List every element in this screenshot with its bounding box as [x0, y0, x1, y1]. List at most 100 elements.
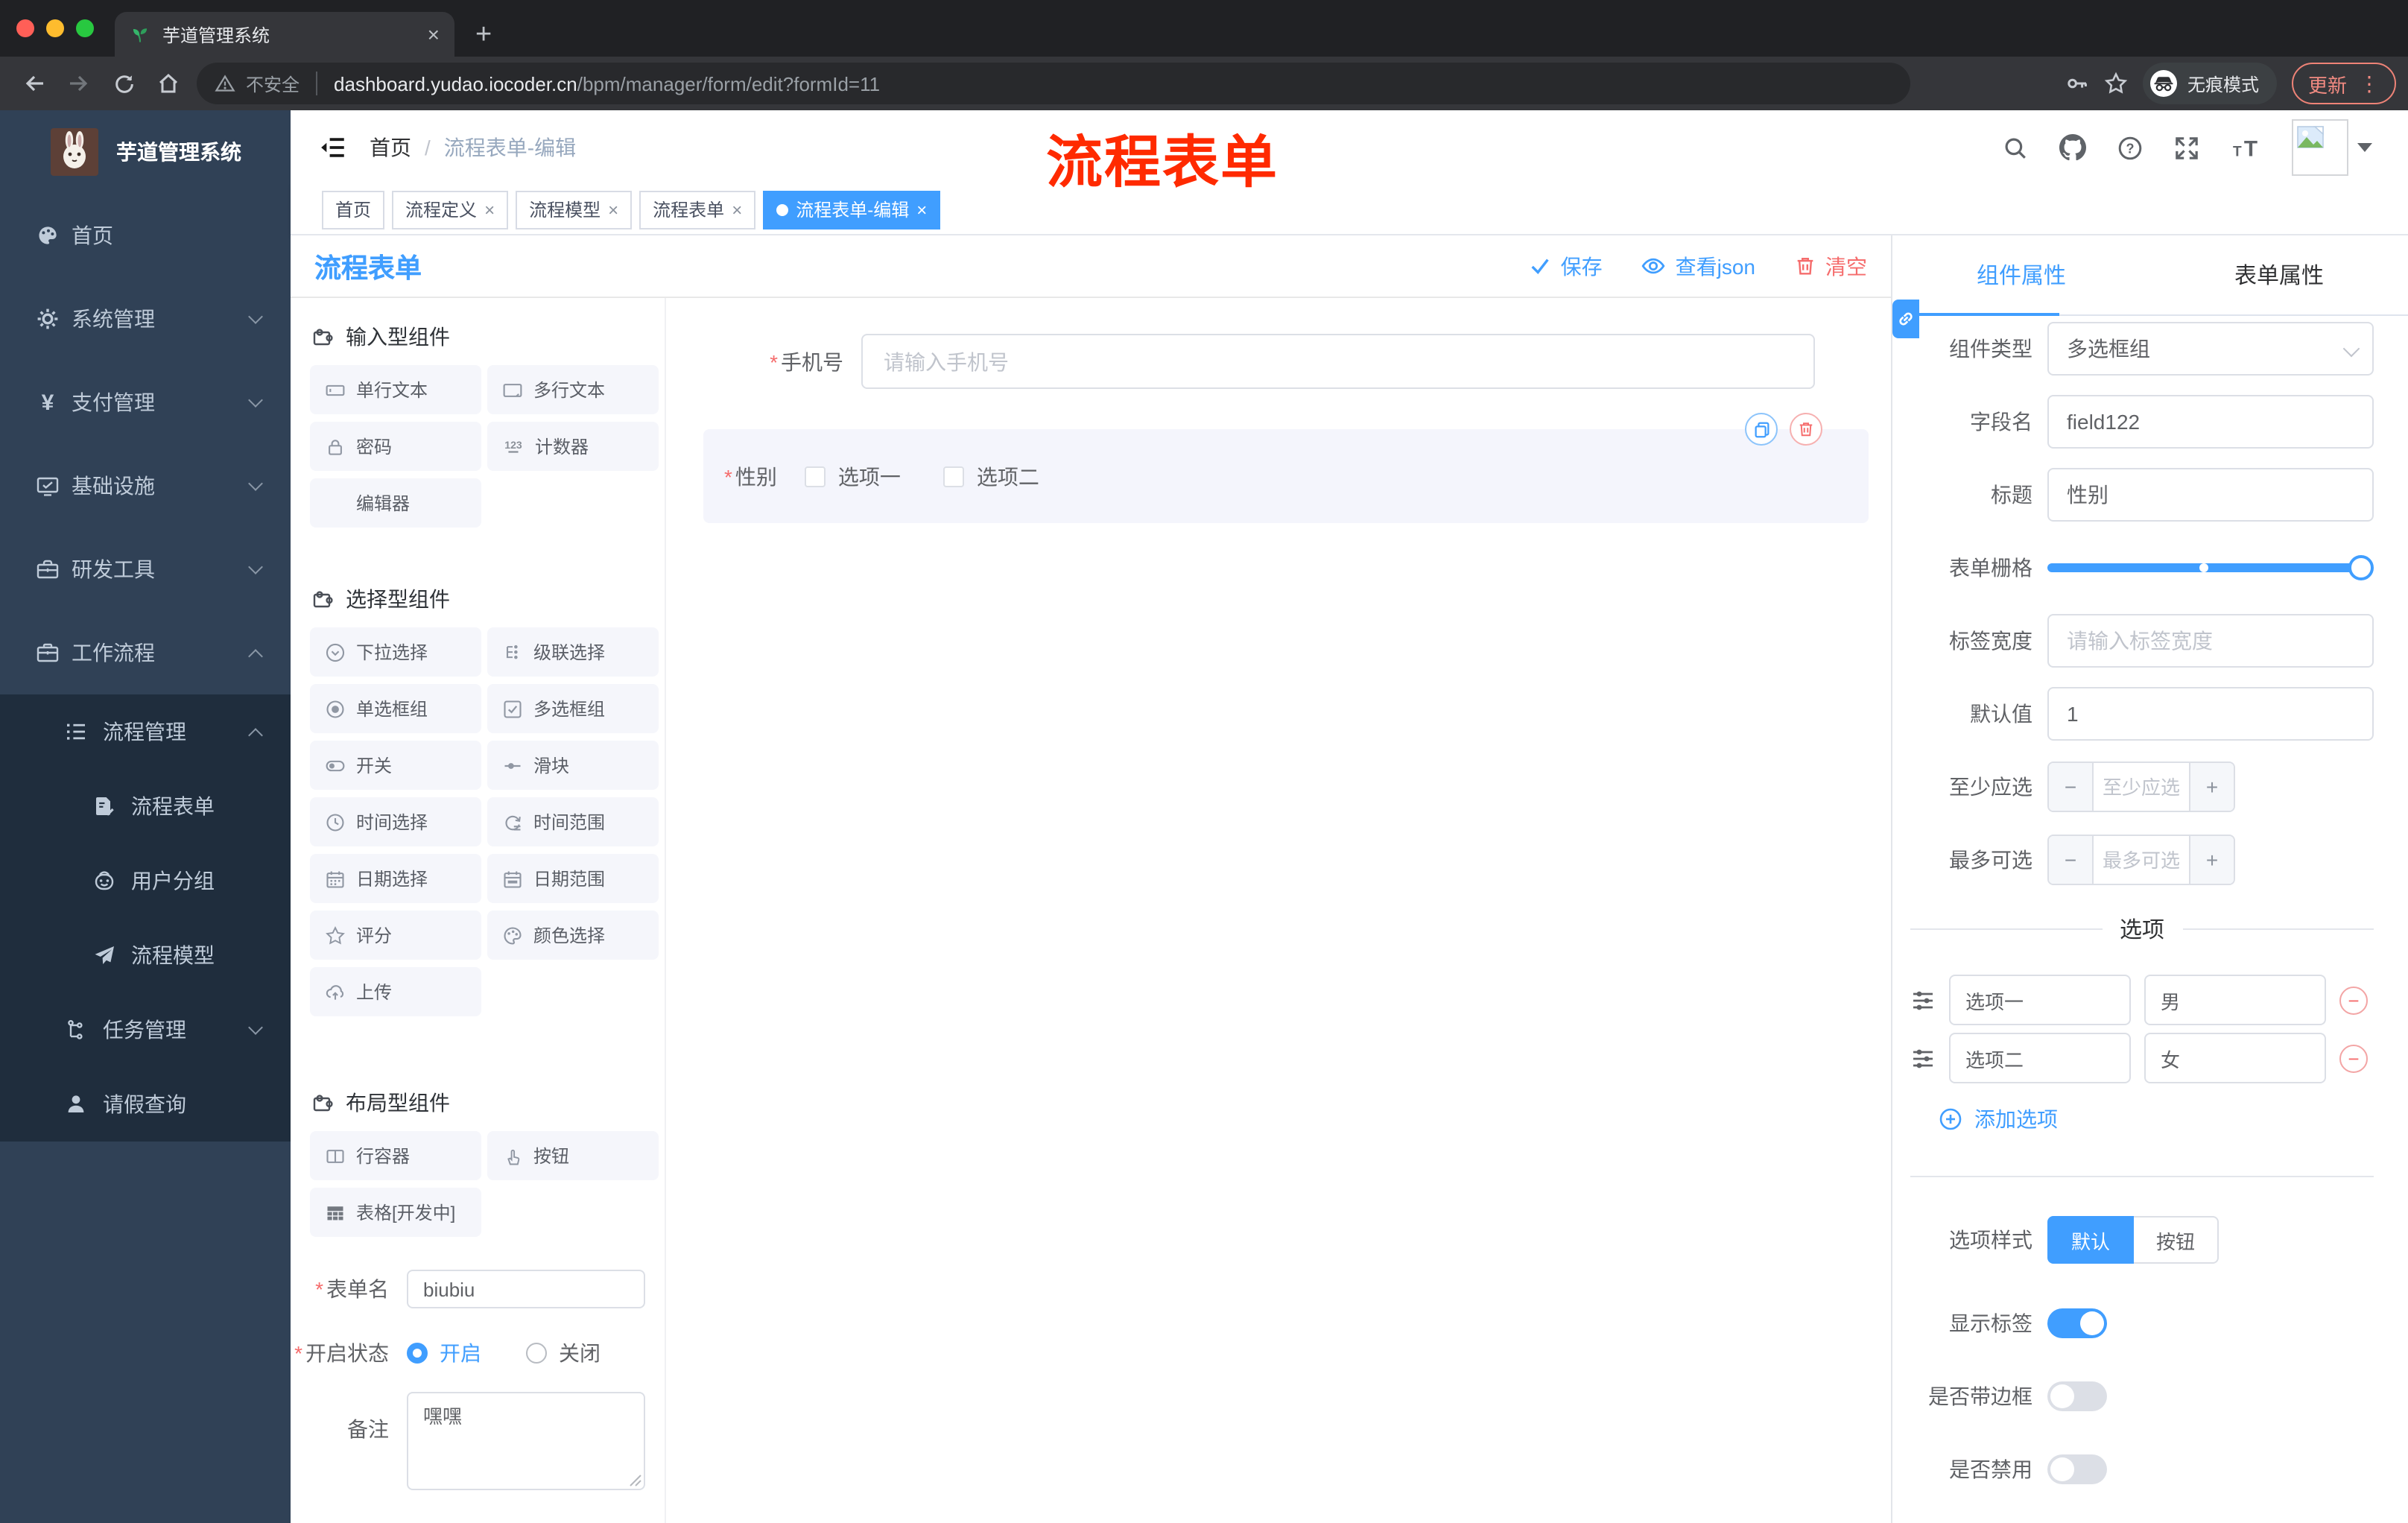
label-width-input[interactable] [2047, 614, 2374, 668]
option-1-value-input[interactable] [2144, 975, 2326, 1025]
home-icon[interactable] [146, 63, 191, 104]
palette-item-counter[interactable]: 计数器 [487, 422, 659, 471]
fullscreen-icon[interactable] [2174, 135, 2199, 160]
component-type-select[interactable] [2047, 322, 2374, 376]
incognito-badge[interactable]: 无痕模式 [2142, 63, 2277, 104]
sidebar-item-leave-query[interactable]: 请假查询 [0, 1067, 291, 1142]
component-type-value[interactable] [2047, 322, 2374, 376]
minimize-window-button[interactable] [46, 19, 64, 37]
copy-widget-button[interactable] [1745, 413, 1778, 446]
decrease-button[interactable]: − [2049, 836, 2094, 884]
palette-item-button[interactable]: 按钮 [487, 1131, 659, 1180]
tag-process-form[interactable]: 流程表单 × [639, 190, 756, 229]
help-icon[interactable] [2117, 135, 2143, 160]
palette-item-password[interactable]: 密码 [310, 422, 481, 471]
style-button-button[interactable]: 按钮 [2134, 1216, 2220, 1264]
github-icon[interactable] [2059, 134, 2086, 161]
resize-grip-icon[interactable] [629, 1474, 642, 1487]
avatar-menu[interactable] [2292, 119, 2372, 176]
clear-button[interactable]: 清空 [1794, 251, 1867, 281]
palette-item-checkbox-group[interactable]: 多选框组 [487, 684, 659, 733]
decrease-button[interactable]: − [2049, 763, 2094, 811]
option-2-value-input[interactable] [2144, 1033, 2326, 1083]
sidebar-item-user-group[interactable]: 用户分组 [0, 843, 291, 918]
logo[interactable]: 芋道管理系统 [0, 110, 291, 194]
tag-process-model[interactable]: 流程模型 × [516, 190, 633, 229]
palette-item-table[interactable]: 表格[开发中] [310, 1188, 481, 1237]
option-2-label-input[interactable] [1949, 1033, 2131, 1083]
breadcrumb-home[interactable]: 首页 [370, 133, 411, 162]
checkbox-option-1[interactable]: 选项一 [805, 461, 901, 491]
bordered-toggle[interactable] [2047, 1381, 2107, 1411]
remove-option-button[interactable]: − [2339, 1044, 2368, 1072]
palette-item-rate[interactable]: 评分 [310, 911, 481, 960]
new-tab-button[interactable]: + [475, 21, 492, 49]
close-icon[interactable]: × [916, 200, 927, 218]
increase-button[interactable]: + [2189, 836, 2234, 884]
add-option-button[interactable]: 添加选项 [1939, 1104, 2374, 1134]
font-size-icon[interactable] [2231, 135, 2260, 160]
palette-item-multi-line-text[interactable]: 多行文本 [487, 365, 659, 414]
close-icon[interactable]: × [484, 200, 495, 218]
drag-handle-icon[interactable] [1910, 1045, 1936, 1071]
sidebar-item-workflow[interactable]: 工作流程 [0, 611, 291, 694]
tag-home[interactable]: 首页 [322, 190, 385, 229]
browser-tab[interactable]: 芋道管理系统 × [115, 12, 454, 57]
address-bar[interactable]: 不安全 dashboard.yudao.iocoder.cn/bpm/manag… [197, 63, 1910, 104]
delete-widget-button[interactable] [1790, 413, 1822, 446]
field-name-input[interactable] [2047, 395, 2374, 449]
back-icon[interactable] [12, 63, 57, 104]
show-label-toggle[interactable] [2047, 1308, 2107, 1338]
form-canvas[interactable]: *手机号 *性别 选项一 选项二 [666, 298, 1891, 1523]
phone-input[interactable] [861, 334, 1815, 389]
palette-item-switch[interactable]: 开关 [310, 741, 481, 790]
form-remark-textarea[interactable]: 嘿嘿 [407, 1392, 645, 1490]
update-button[interactable]: 更新 ⋮ [2291, 63, 2396, 104]
grid-slider[interactable] [2047, 555, 2374, 580]
checkbox-icon[interactable] [805, 466, 826, 487]
sidebar-item-home[interactable]: 首页 [0, 194, 291, 277]
tab-form-props[interactable]: 表单属性 [2150, 235, 2408, 314]
palette-item-editor[interactable]: 编辑器 [310, 478, 481, 528]
save-button[interactable]: 保存 [1530, 251, 1603, 281]
palette-item-time-picker[interactable]: 时间选择 [310, 797, 481, 846]
tag-process-form-edit[interactable]: 流程表单-编辑 × [763, 190, 941, 229]
search-icon[interactable] [2003, 135, 2028, 160]
palette-item-radio-group[interactable]: 单选框组 [310, 684, 481, 733]
default-value-input[interactable] [2047, 687, 2374, 741]
slider-handle[interactable] [2348, 555, 2374, 580]
palette-item-upload[interactable]: 上传 [310, 967, 481, 1016]
sidebar-item-process-form[interactable]: 流程表单 [0, 769, 291, 843]
palette-item-color-picker[interactable]: 颜色选择 [487, 911, 659, 960]
sidebar-item-process-model[interactable]: 流程模型 [0, 918, 291, 992]
palette-item-time-range[interactable]: 时间范围 [487, 797, 659, 846]
sidebar-item-infrastructure[interactable]: 基础设施 [0, 444, 291, 528]
style-default-button[interactable]: 默认 [2047, 1216, 2135, 1264]
view-json-button[interactable]: 查看json [1641, 251, 1755, 281]
link-drawer-handle[interactable] [1892, 300, 1919, 338]
forward-icon[interactable] [57, 63, 101, 104]
sidebar-item-system[interactable]: 系统管理 [0, 277, 291, 361]
sidebar-item-devtools[interactable]: 研发工具 [0, 528, 291, 611]
checkbox-option-2[interactable]: 选项二 [943, 461, 1039, 491]
min-select-input[interactable] [2094, 763, 2189, 811]
drag-handle-icon[interactable] [1910, 987, 1936, 1013]
close-icon[interactable]: × [732, 200, 742, 218]
palette-item-slider[interactable]: 滑块 [487, 741, 659, 790]
remove-option-button[interactable]: − [2339, 986, 2368, 1014]
sidebar-collapse-icon[interactable] [319, 134, 346, 161]
palette-item-select[interactable]: 下拉选择 [310, 627, 481, 677]
close-window-button[interactable] [16, 19, 34, 37]
option-1-label-input[interactable] [1949, 975, 2131, 1025]
password-key-icon[interactable] [2065, 72, 2089, 95]
tab-close-icon[interactable]: × [428, 24, 440, 45]
palette-item-date-picker[interactable]: 日期选择 [310, 854, 481, 903]
title-input[interactable] [2047, 468, 2374, 522]
close-icon[interactable]: × [608, 200, 618, 218]
checkbox-icon[interactable] [943, 466, 965, 487]
palette-item-single-line-text[interactable]: 单行文本 [310, 365, 481, 414]
phone-field-row[interactable]: * 手机号 [666, 334, 1869, 389]
tab-component-props[interactable]: 组件属性 [1892, 235, 2150, 314]
sidebar-item-process-management[interactable]: 流程管理 [0, 694, 291, 769]
sidebar-item-payment[interactable]: ¥ 支付管理 [0, 361, 291, 444]
